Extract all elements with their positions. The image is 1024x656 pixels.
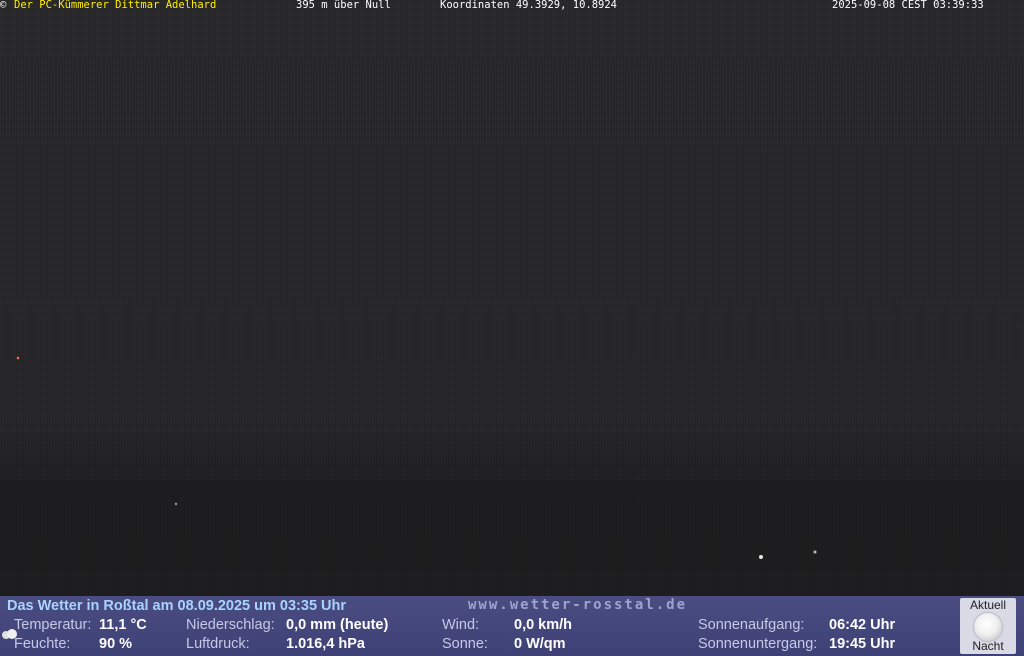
humidity-value: 90 % [99, 636, 133, 652]
moon-phase-box: Aktuell Nacht [960, 598, 1016, 654]
night-scene [0, 356, 1024, 596]
altitude-text: 395 m über Null [296, 0, 391, 11]
header-bar: © Der PC-Kümmerer Dittmar Adelhard 395 m… [0, 0, 1024, 12]
sun-value: 0 W/qm [514, 636, 566, 652]
sunrise-value: 06:42 Uhr [829, 617, 896, 633]
weather-title: Das Wetter in Roßtal am 08.09.2025 um 03… [7, 598, 347, 614]
moon-bottom-label: Nacht [972, 639, 1004, 653]
precipitation-value: 0,0 mm (heute) [286, 617, 389, 633]
weather-panel: Das Wetter in Roßtal am 08.09.2025 um 03… [0, 596, 1024, 656]
pressure-value: 1.016,4 hPa [286, 636, 365, 652]
sunrise-label: Sonnenaufgang: [698, 617, 805, 633]
moon-icon [974, 613, 1002, 641]
wind-label: Wind: [442, 617, 480, 633]
webcam-image [0, 0, 1024, 596]
copyright-symbol: © [0, 0, 7, 11]
timestamp-text: 2025-09-08 CEST 03:39:33 [832, 0, 984, 11]
sunset-label: Sonnenuntergang: [698, 636, 818, 652]
pressure-label: Luftdruck: [186, 636, 250, 652]
owner-name: Der PC-Kümmerer Dittmar Adelhard [14, 0, 217, 11]
precipitation-label: Niederschlag: [186, 617, 275, 633]
moon-top-label: Aktuell [969, 598, 1007, 612]
wind-value: 0,0 km/h [514, 617, 573, 633]
cloud-icon [2, 629, 17, 639]
sun-label: Sonne: [442, 636, 488, 652]
sunset-value: 19:45 Uhr [829, 636, 896, 652]
humidity-label: Feuchte: [14, 636, 71, 652]
temperature-value: 11,1 °C [99, 617, 147, 633]
temperature-label: Temperatur: [14, 617, 92, 633]
website-link[interactable]: www.wetter-rosstal.de [468, 597, 687, 613]
coordinates-text: Koordinaten 49.3929, 10.8924 [440, 0, 618, 11]
